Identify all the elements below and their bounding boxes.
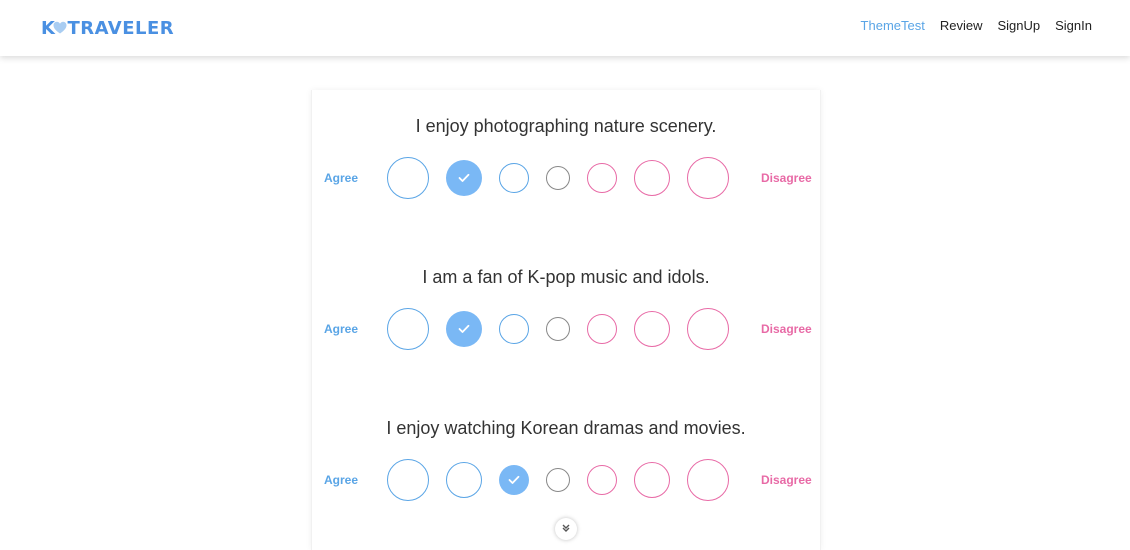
check-icon	[458, 324, 470, 333]
scale-option-4[interactable]	[546, 166, 570, 190]
disagree-label: Disagree	[761, 322, 812, 336]
nav-sign-up[interactable]: SignUp	[997, 18, 1040, 33]
disagree-label: Disagree	[761, 171, 812, 185]
agree-label: Agree	[324, 171, 359, 185]
scale-option-7[interactable]	[687, 308, 729, 350]
scroll-down-button[interactable]	[555, 518, 577, 540]
check-icon	[508, 475, 520, 484]
heart-icon	[53, 21, 67, 35]
scale-option-5[interactable]	[587, 163, 617, 193]
nav-sign-in[interactable]: SignIn	[1055, 18, 1092, 33]
survey-card: I enjoy photographing nature scenery. Agr…	[311, 90, 821, 550]
agree-label: Agree	[324, 473, 359, 487]
scale-option-2[interactable]	[446, 160, 482, 196]
scale-option-2[interactable]	[446, 311, 482, 347]
scale-option-1[interactable]	[387, 157, 429, 199]
scale-option-6[interactable]	[634, 160, 670, 196]
agree-label: Agree	[324, 322, 359, 336]
question-text: I am a fan of K-pop music and idols.	[422, 267, 710, 287]
answer-scale: Agree Disagree	[312, 156, 820, 200]
nav-review[interactable]: Review	[940, 18, 983, 33]
scale-option-4[interactable]	[546, 317, 570, 341]
logo-word: TRAVELER	[67, 17, 175, 39]
check-icon	[458, 173, 470, 182]
scale-option-2[interactable]	[446, 462, 482, 498]
answer-scale: Agree Disagree	[312, 307, 820, 351]
scale-option-7[interactable]	[687, 157, 729, 199]
chevron-down-icon	[561, 520, 571, 538]
question-text: I enjoy photographing nature scenery.	[415, 116, 717, 136]
disagree-label: Disagree	[761, 473, 812, 487]
scale-option-6[interactable]	[634, 462, 670, 498]
nav-theme-test[interactable]: ThemeTest	[861, 18, 925, 33]
scale-option-1[interactable]	[387, 308, 429, 350]
scale-option-1[interactable]	[387, 459, 429, 501]
scale-option-5[interactable]	[587, 314, 617, 344]
scale-option-3[interactable]	[499, 314, 529, 344]
main-nav: ThemeTest Review SignUp SignIn	[861, 18, 1092, 33]
scale-option-4[interactable]	[546, 468, 570, 492]
scale-option-6[interactable]	[634, 311, 670, 347]
brand-logo[interactable]: K TRAVELER	[41, 16, 174, 40]
scale-option-7[interactable]	[687, 459, 729, 501]
top-navbar: K TRAVELER ThemeTest Review SignUp SignI…	[0, 0, 1130, 56]
scale-option-5[interactable]	[587, 465, 617, 495]
scale-option-3[interactable]	[499, 163, 529, 193]
scale-option-3[interactable]	[499, 465, 529, 495]
answer-scale: Agree Disagree	[312, 458, 820, 502]
question-text: I enjoy watching Korean dramas and movie…	[386, 418, 746, 438]
